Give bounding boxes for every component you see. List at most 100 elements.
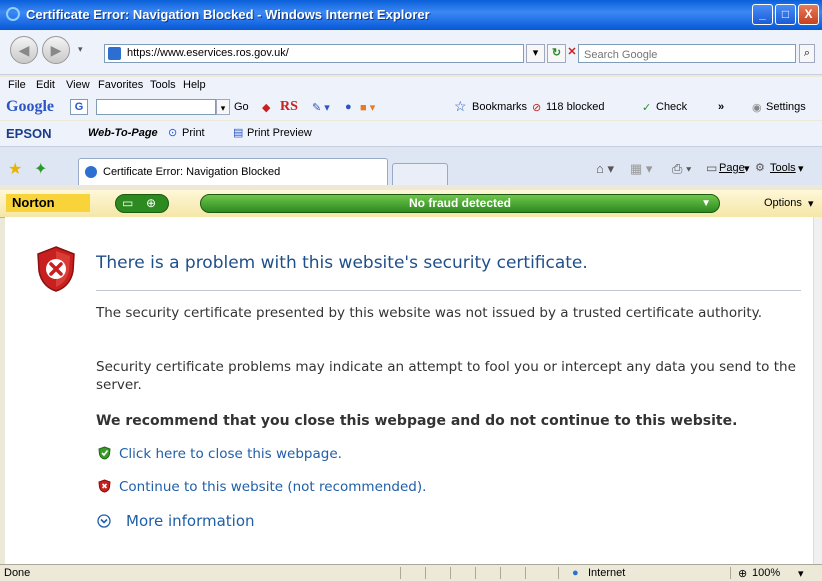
maximize-button[interactable]: □	[775, 4, 796, 25]
expand-chevron-icon[interactable]	[97, 514, 111, 528]
divider	[475, 567, 476, 579]
more-information-link[interactable]: More information	[126, 512, 255, 530]
page-menu-button[interactable]: Page	[719, 162, 745, 174]
epson-print-button[interactable]: Print	[182, 127, 205, 139]
search-icon[interactable]: ⌕	[799, 44, 815, 63]
bookmarks-star-icon[interactable]: ☆	[454, 98, 467, 115]
error-page: There is a problem with this website's s…	[5, 217, 813, 564]
divider	[450, 567, 451, 579]
refresh-button[interactable]: ↻	[547, 44, 566, 63]
page-icon	[108, 47, 121, 60]
print-preview-button[interactable]: Print Preview	[247, 127, 312, 139]
google-go-button[interactable]: Go	[234, 101, 249, 113]
bookmarks-button[interactable]: Bookmarks	[472, 101, 527, 113]
popup-blocker-icon: ⊘	[532, 102, 542, 114]
toolbar-icon[interactable]: ■ ▾	[360, 101, 375, 114]
toolbar-icon[interactable]: ◆	[262, 101, 270, 114]
divider	[730, 567, 731, 579]
zoom-icon: ⊕	[738, 568, 748, 580]
settings-gear-icon: ◉	[752, 102, 762, 114]
status-bar: Done ● Internet ⊕ 100% ▾	[0, 564, 822, 581]
tab-label: Certificate Error: Navigation Blocked	[103, 166, 281, 178]
feeds-icon[interactable]: ▦ ▾	[630, 161, 652, 177]
zoom-level[interactable]: 100%	[752, 567, 780, 579]
rs-button[interactable]: RS	[280, 99, 298, 115]
divider	[96, 290, 801, 291]
shield-error-icon	[37, 246, 75, 292]
menu-help[interactable]: Help	[183, 79, 206, 91]
recommendation-text: We recommend that you close this webpage…	[96, 413, 738, 429]
menu-file[interactable]: File	[8, 79, 26, 91]
add-favorites-icon[interactable]: ✦	[34, 159, 47, 179]
home-icon[interactable]: ⌂ ▾	[596, 161, 614, 177]
search-box[interactable]	[578, 44, 796, 63]
page-icon: ▭	[706, 161, 718, 175]
globe-icon[interactable]: ⊕	[146, 196, 156, 210]
google-logo: Google	[6, 98, 54, 115]
address-bar[interactable]: https://www.eservices.ros.gov.uk/	[104, 44, 524, 63]
toolbar-overflow-button[interactable]: »	[718, 101, 724, 113]
new-tab-button[interactable]	[392, 163, 448, 185]
chevron-down-icon: ▼	[701, 198, 711, 209]
security-zone-text[interactable]: Internet	[588, 567, 625, 579]
chevron-down-icon[interactable]: ▾	[798, 567, 804, 580]
error-description: The security certificate presented by th…	[96, 305, 763, 321]
google-search-field[interactable]	[96, 99, 216, 115]
fraud-status-text: No fraud detected	[408, 196, 511, 210]
divider	[525, 567, 526, 579]
green-shield-check-icon	[98, 446, 111, 460]
vertical-scrollbar[interactable]	[813, 217, 822, 564]
popup-blocked-count[interactable]: 118 blocked	[546, 101, 605, 113]
menu-edit[interactable]: Edit	[36, 79, 55, 91]
internet-globe-icon: ●	[572, 567, 579, 579]
minimize-button[interactable]: _	[752, 4, 773, 25]
title-bar: Certificate Error: Navigation Blocked - …	[0, 0, 822, 30]
toolbar-icon[interactable]: ✎ ▾	[312, 101, 330, 114]
toolbar-icon[interactable]: ●	[345, 101, 352, 113]
norton-security-buttons[interactable]: ▭ ⊕	[115, 194, 169, 213]
tab-certificate-error[interactable]: Certificate Error: Navigation Blocked	[78, 158, 388, 185]
favorites-star-icon[interactable]: ★	[8, 159, 22, 179]
divider	[558, 567, 559, 579]
norton-options-button[interactable]: Options	[764, 197, 802, 209]
menu-tools[interactable]: Tools	[150, 79, 176, 91]
google-search-dropdown[interactable]: ▾	[216, 99, 230, 115]
computer-icon[interactable]: ▭	[122, 196, 133, 210]
red-shield-x-icon	[98, 479, 111, 493]
check-button[interactable]: Check	[656, 101, 687, 113]
print-icon[interactable]: ⎙ ▾	[672, 161, 691, 177]
forward-button[interactable]: ▶	[42, 36, 70, 64]
menu-view[interactable]: View	[66, 79, 90, 91]
divider	[425, 567, 426, 579]
close-webpage-link[interactable]: Click here to close this webpage.	[119, 446, 342, 462]
web-to-page-button[interactable]: Web-To-Page	[88, 127, 158, 139]
google-toolbar: Google G ▾ Go ◆ RS ✎ ▾ ● ■ ▾ ☆ Bookmarks…	[0, 95, 822, 120]
print-icon: ⊙	[168, 127, 178, 139]
norton-toolbar: Norton ▭ ⊕ No fraud detected ▼ Options ▾	[0, 190, 822, 218]
epson-toolbar: EPSON Web-To-Page ⊙ Print ▤ Print Previe…	[0, 121, 822, 147]
stop-button[interactable]: ✕	[566, 44, 578, 63]
ie-logo-icon	[6, 7, 20, 21]
back-button[interactable]: ◀	[10, 36, 38, 64]
print-preview-icon: ▤	[233, 127, 244, 139]
page-title: There is a problem with this website's s…	[96, 253, 588, 273]
tools-menu-button[interactable]: Tools	[770, 162, 796, 174]
menu-favorites[interactable]: Favorites	[98, 79, 143, 91]
recent-pages-dropdown-icon[interactable]: ▾	[78, 44, 83, 55]
chevron-down-icon: ▾	[798, 163, 804, 175]
google-menu-button[interactable]: G	[70, 99, 88, 115]
window-title: Certificate Error: Navigation Blocked - …	[26, 7, 430, 22]
fraud-status-bar[interactable]: No fraud detected ▼	[200, 194, 720, 213]
error-warning: Security certificate problems may indica…	[96, 359, 796, 393]
menu-bar: File Edit View Favorites Tools Help	[0, 77, 822, 95]
settings-button[interactable]: Settings	[766, 101, 806, 113]
search-input[interactable]	[582, 46, 766, 63]
address-toolbar: ◀ ▶ ▾ https://www.eservices.ros.gov.uk/ …	[0, 30, 822, 75]
continue-website-link[interactable]: Continue to this website (not recommende…	[119, 479, 426, 495]
close-window-button[interactable]: X	[798, 4, 819, 25]
address-url[interactable]: https://www.eservices.ros.gov.uk/	[127, 47, 289, 59]
chevron-down-icon: ▾	[808, 198, 814, 210]
divider	[400, 567, 401, 579]
tab-bar: ★ ✦ Certificate Error: Navigation Blocke…	[0, 147, 822, 185]
address-dropdown-button[interactable]: ▾	[526, 44, 545, 63]
